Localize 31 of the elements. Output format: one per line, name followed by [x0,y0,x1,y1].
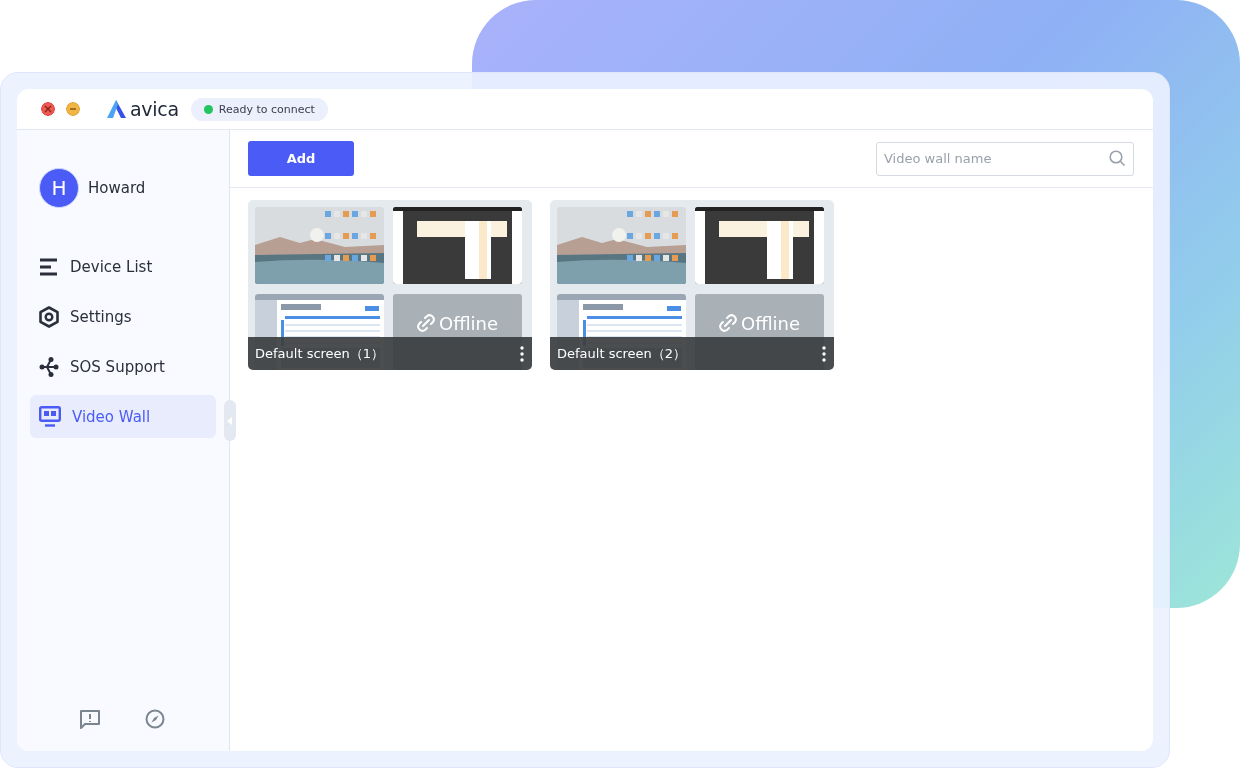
sidebar-item[interactable]: Video Wall [30,395,216,438]
status-text: Ready to connect [218,102,315,116]
settings-icon [39,305,59,328]
broken-link-icon [718,314,737,332]
share-nodes-icon [39,355,59,378]
more-icon[interactable] [520,345,524,362]
collapse-handle[interactable] [224,400,236,441]
minimize-button[interactable] [66,102,80,116]
sidebar-item[interactable]: SOS Support [30,345,216,388]
offline-label: Offline [438,312,499,334]
search-icon[interactable] [1109,149,1126,167]
add-button[interactable]: Add [248,141,354,176]
offline-label: Offline [740,312,801,334]
app-logo: avica [130,98,179,120]
video-wall-card[interactable]: Offline Default screen（1） [248,200,532,370]
user-name: Howard [88,179,146,197]
close-button[interactable] [41,102,55,116]
search-field[interactable]: Video wall name [876,141,1134,176]
broken-link-icon [416,314,435,332]
sidebar-item[interactable]: Device List [30,245,216,288]
logo-icon [107,100,126,118]
video-wall-card[interactable]: Offline Default screen（2） [550,200,834,370]
sidebar-item[interactable]: Settings [30,295,216,338]
feedback-icon[interactable] [79,709,101,729]
list-icon [39,257,59,276]
monitor-icon [39,406,61,427]
compass-icon[interactable] [145,709,165,729]
video-wall-name: Default screen（1） [255,344,385,363]
more-icon[interactable] [822,345,826,362]
video-wall-name: Default screen（2） [557,344,687,363]
user-avatar[interactable]: H [39,168,79,208]
